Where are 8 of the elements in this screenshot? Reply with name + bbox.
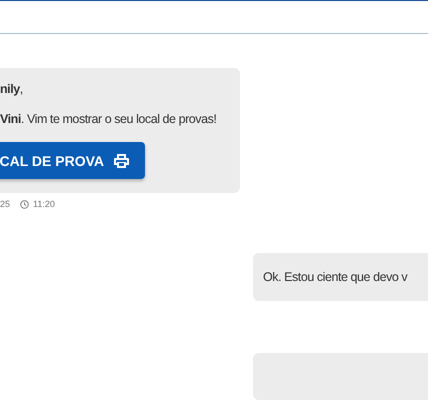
message-text: Vini. Vim te mostrar o seu local de provas! [0,112,218,126]
greeting-text: nily, [0,82,24,96]
message-date: 25 [0,199,10,209]
printer-icon [114,154,129,168]
message-text: Ok. Estou ciente que devo v [263,270,408,284]
local-de-prova-button[interactable]: CAL DE PROVA [0,142,145,179]
message-time: 11:20 [33,199,55,209]
clock-icon [20,200,30,208]
